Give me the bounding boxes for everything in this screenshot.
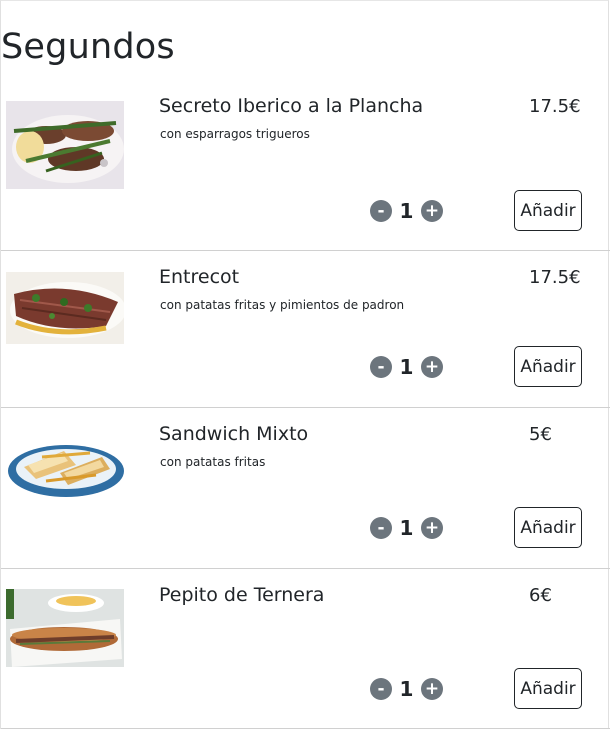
- item-description: con patatas fritas: [160, 455, 266, 469]
- plus-icon[interactable]: +: [421, 678, 443, 700]
- minus-icon[interactable]: -: [370, 678, 392, 700]
- minus-icon[interactable]: -: [370, 356, 392, 378]
- plus-icon[interactable]: +: [421, 356, 443, 378]
- add-to-cart-button[interactable]: Añadir: [514, 668, 582, 709]
- quantity-stepper: - 1 +: [370, 516, 443, 540]
- item-description: con patatas fritas y pimientos de padron: [160, 298, 405, 312]
- minus-icon[interactable]: -: [370, 517, 392, 539]
- quantity-value: 1: [399, 516, 414, 540]
- menu-page: Segundos Secreto Iberico a la Plancha co…: [0, 0, 610, 729]
- minus-icon[interactable]: -: [370, 200, 392, 222]
- item-description: con esparragos trigueros: [160, 127, 310, 141]
- menu-item: Sandwich Mixto con patatas fritas 5€ - 1…: [1, 408, 610, 569]
- item-name: Entrecot: [159, 266, 240, 288]
- item-price: 17.5€: [529, 267, 581, 288]
- item-name: Pepito de Ternera: [159, 584, 325, 606]
- add-to-cart-button[interactable]: Añadir: [514, 346, 582, 387]
- quantity-value: 1: [399, 355, 414, 379]
- quantity-stepper: - 1 +: [370, 355, 443, 379]
- menu-item: Entrecot con patatas fritas y pimientos …: [1, 251, 610, 408]
- plus-icon[interactable]: +: [421, 200, 443, 222]
- item-price: 5€: [529, 424, 552, 445]
- quantity-stepper: - 1 +: [370, 677, 443, 701]
- dish-photo-secreto: [6, 101, 124, 189]
- item-price: 17.5€: [529, 96, 581, 117]
- item-price: 6€: [529, 585, 552, 606]
- quantity-value: 1: [399, 199, 414, 223]
- menu-item: Pepito de Ternera 6€ - 1 + Añadir: [1, 569, 610, 729]
- menu-item: Secreto Iberico a la Plancha con esparra…: [1, 1, 610, 251]
- quantity-stepper: - 1 +: [370, 199, 443, 223]
- quantity-value: 1: [399, 677, 414, 701]
- add-to-cart-button[interactable]: Añadir: [514, 190, 582, 231]
- add-to-cart-button[interactable]: Añadir: [514, 507, 582, 548]
- dish-photo-pepito: [6, 589, 124, 667]
- dish-photo-sandwich: [6, 427, 124, 507]
- dish-photo-entrecot: [6, 272, 124, 344]
- plus-icon[interactable]: +: [421, 517, 443, 539]
- item-name: Secreto Iberico a la Plancha: [159, 95, 424, 117]
- item-name: Sandwich Mixto: [159, 423, 309, 445]
